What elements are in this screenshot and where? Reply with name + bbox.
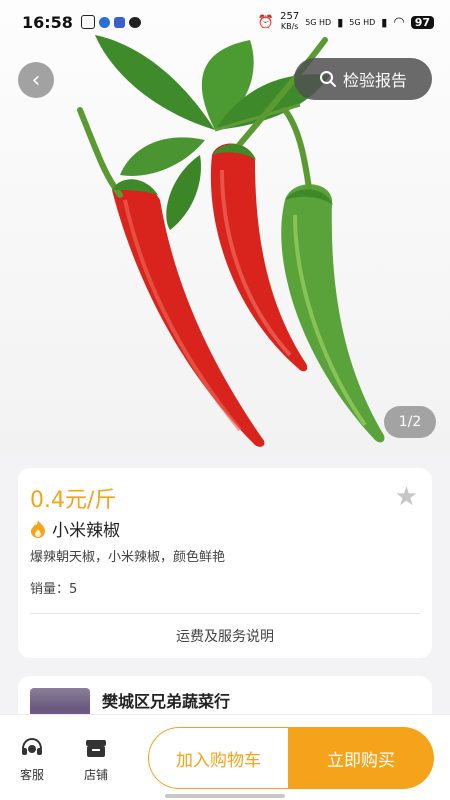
wifi-icon: ◠: [393, 14, 405, 30]
product-info-card: 0.4元/斤 ★ 小米辣椒 爆辣朝天椒，小米辣椒，颜色鲜艳 销量：5 运费及服务…: [18, 468, 432, 658]
sales-label: 销量：: [30, 582, 70, 597]
store-icon: [86, 740, 106, 757]
product-sales: 销量：5: [30, 578, 77, 597]
home-indicator: [165, 794, 285, 798]
app-notification-icon: [80, 15, 95, 29]
message-notification-icon: [98, 16, 110, 28]
bottom-action-bar: 客服 店铺 加入购物车 立即购买: [0, 714, 450, 800]
network-speed-unit: KB/s: [280, 22, 299, 31]
shipping-service-link[interactable]: 运费及服务说明: [18, 626, 432, 646]
signal-bars-icon: ▮: [381, 15, 388, 29]
customer-service-label: 客服: [19, 768, 44, 782]
inspection-report-button[interactable]: 检验报告: [294, 58, 432, 100]
headset-icon: [22, 737, 42, 755]
chat-icon: [128, 16, 141, 28]
product-description: 爆辣朝天椒，小米辣椒，颜色鲜艳: [30, 550, 226, 565]
chevron-left-icon: ‹: [31, 67, 41, 93]
favorite-star-icon[interactable]: ★: [395, 482, 418, 512]
product-name-row: 小米辣椒: [30, 516, 120, 541]
status-time: 16:58: [22, 12, 73, 32]
customer-service-tab[interactable]: 客服: [12, 737, 52, 783]
store-tab[interactable]: 店铺: [76, 737, 116, 783]
signal-2: 5G HD: [349, 17, 376, 27]
search-icon: [319, 71, 336, 87]
product-price: 0.4元/斤: [30, 488, 117, 513]
back-button[interactable]: ‹: [18, 62, 54, 98]
inspection-report-label: 检验报告: [342, 71, 407, 90]
divider: [30, 613, 420, 614]
buy-now-button[interactable]: 立即购买: [288, 727, 434, 789]
image-pager: 1/2: [384, 406, 436, 438]
alarm-icon: ⏰: [257, 14, 275, 30]
store-label: 店铺: [83, 768, 108, 782]
battery-indicator: 97: [410, 15, 434, 29]
hot-flame-icon: [31, 519, 45, 538]
sales-value: 5: [69, 582, 78, 597]
signal-1: 5G HD: [305, 17, 332, 27]
add-to-cart-button[interactable]: 加入购物车: [148, 727, 288, 789]
product-name: 小米辣椒: [52, 521, 120, 541]
shop-name: 樊城区兄弟蔬菜行: [102, 692, 231, 711]
status-bar: 16:58 ⏰ 257 KB/s 5G HD ▮ 5G HD ▮ ◠ 97: [0, 0, 450, 44]
app-badge-icon: [113, 16, 125, 28]
signal-bars-icon: ▮: [337, 15, 344, 29]
network-speed: 257: [280, 11, 300, 22]
